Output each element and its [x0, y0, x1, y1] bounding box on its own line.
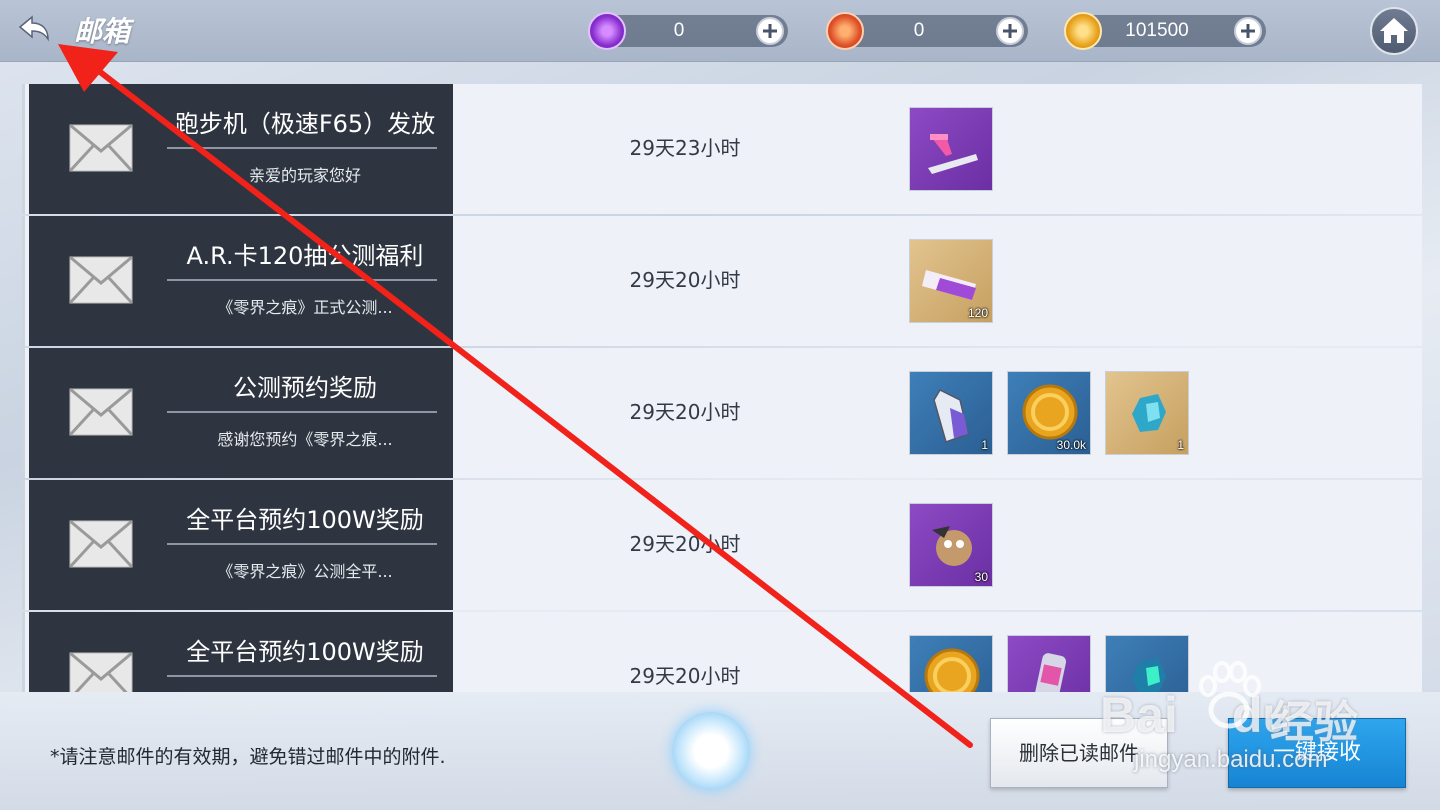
envelope-icon — [69, 388, 133, 436]
add-red-button[interactable] — [996, 17, 1024, 45]
attachment-item[interactable]: 30 — [909, 503, 993, 587]
mail-item[interactable]: 全平台预约100W奖励 《零界之痕》公测全平... 29天20小时 30 — [22, 480, 1422, 610]
attachment-quantity: 1 — [1177, 438, 1184, 452]
page-title: 邮箱 — [74, 15, 131, 48]
mail-title: 公测预约奖励 — [233, 374, 377, 402]
mail-expiry: 29天23小时 — [629, 136, 741, 160]
mail-list[interactable]: 跑步机（极速F65）发放 亲爱的玩家您好 29天23小时 A.R.卡120抽公测… — [22, 84, 1422, 692]
envelope-icon — [69, 124, 133, 172]
attachment-item[interactable]: 30.0k — [1007, 371, 1091, 455]
treadmill-icon — [928, 134, 978, 174]
mail-header-panel: 跑步机（极速F65）发放 亲爱的玩家您好 — [29, 84, 453, 214]
add-gold-button[interactable] — [1234, 17, 1262, 45]
attachment-quantity: 30 — [974, 570, 988, 584]
divider — [167, 411, 437, 413]
mail-item[interactable]: 全平台预约100W奖励 29天20小时 — [22, 612, 1422, 692]
back-arrow-icon — [18, 15, 49, 42]
attachment-item[interactable] — [909, 107, 993, 191]
attachment-item[interactable]: 1 — [909, 371, 993, 455]
divider — [167, 675, 437, 677]
mail-expiry: 29天20小时 — [629, 268, 741, 292]
attachment-item[interactable] — [1007, 635, 1091, 692]
mail-expiry: 29天20小时 — [629, 400, 741, 424]
attachment-item[interactable] — [909, 635, 993, 692]
top-bar: 邮箱 0 0 101500 — [0, 0, 1440, 62]
delete-read-button[interactable]: 删除已读邮件 — [990, 718, 1168, 788]
home-icon — [1380, 18, 1408, 43]
mail-subtitle: 《零界之痕》正式公测... — [217, 298, 393, 317]
attachment-item[interactable] — [1105, 635, 1189, 692]
mail-item[interactable]: A.R.卡120抽公测福利 《零界之痕》正式公测... 29天20小时 120 — [22, 216, 1422, 346]
divider — [167, 279, 437, 281]
mail-subtitle: 《零界之痕》公测全平... — [217, 562, 393, 581]
mech-part-icon — [1132, 658, 1166, 692]
mail-subtitle: 感谢您预约《零界之痕... — [217, 430, 393, 449]
attachment-item[interactable]: 1 — [1105, 371, 1189, 455]
mail-expiry: 29天20小时 — [629, 532, 741, 556]
canister-icon — [1033, 653, 1067, 692]
envelope-icon — [69, 256, 133, 304]
gold-coin-icon — [1064, 12, 1102, 50]
divider — [167, 147, 437, 149]
mail-header-panel: 公测预约奖励 感谢您预约《零界之痕... — [29, 348, 453, 478]
home-button[interactable] — [1370, 7, 1418, 55]
attachment-item[interactable]: 120 — [909, 239, 993, 323]
attachment-quantity: 120 — [967, 306, 988, 320]
divider — [167, 543, 437, 545]
mail-header-panel: 全平台预约100W奖励 — [29, 612, 453, 692]
expiry-notice: *请注意邮件的有效期，避免错过邮件中的附件. — [50, 746, 446, 768]
mail-header-panel: 全平台预约100W奖励 《零界之痕》公测全平... — [29, 480, 453, 610]
mail-header-panel: A.R.卡120抽公测福利 《零界之痕》正式公测... — [29, 216, 453, 346]
gold-coin-icon — [924, 648, 980, 692]
claim-all-button[interactable]: 一键接收 — [1228, 718, 1406, 788]
mail-title: 跑步机（极速F65）发放 — [174, 110, 436, 138]
mail-title: 全平台预约100W奖励 — [186, 638, 424, 666]
mail-expiry: 29天20小时 — [629, 664, 741, 688]
mail-title: 全平台预约100W奖励 — [186, 506, 424, 534]
mail-item[interactable]: 跑步机（极速F65）发放 亲爱的玩家您好 29天23小时 — [22, 84, 1422, 214]
back-button[interactable] — [14, 12, 54, 48]
attachment-quantity: 30.0k — [1056, 438, 1086, 452]
mail-title: A.R.卡120抽公测福利 — [186, 242, 424, 270]
envelope-icon — [69, 520, 133, 568]
envelope-icon — [69, 652, 133, 692]
mail-subtitle: 亲爱的玩家您好 — [248, 166, 361, 185]
purple-crystal-icon — [588, 12, 626, 50]
mail-item[interactable]: 公测预约奖励 感谢您预约《零界之痕... 29天20小时 1 30.0k 1 — [22, 348, 1422, 478]
center-orb-decoration — [672, 712, 750, 790]
add-purple-button[interactable] — [756, 17, 784, 45]
red-flame-icon — [826, 12, 864, 50]
attachment-quantity: 1 — [981, 438, 988, 452]
